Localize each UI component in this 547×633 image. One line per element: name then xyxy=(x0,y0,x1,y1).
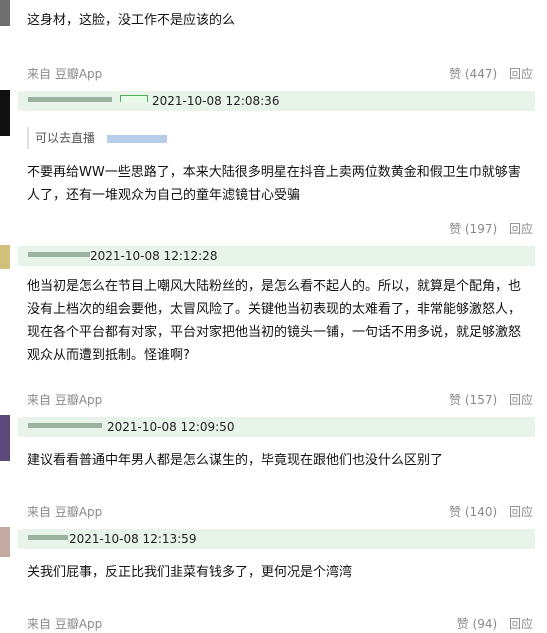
comment-source: 来自 豆瓣App xyxy=(27,617,103,631)
comment-text: 不要再给WW一些思路了，本来大陆很多明星在抖音上卖两位数黄金和假卫生巾就够害人了… xyxy=(27,165,521,203)
comment-item: 2021-10-08 12:13:59 关我们屁事，反正比我们韭菜有钱多了，更何… xyxy=(0,527,547,631)
author-name-redacted xyxy=(28,534,68,540)
quoted-reply: 可以去直播 xyxy=(27,127,533,149)
comment-header: 2021-10-08 12:12:28 xyxy=(18,246,535,266)
avatar[interactable] xyxy=(0,415,10,461)
reply-button[interactable]: 回应 xyxy=(509,505,533,519)
avatar[interactable] xyxy=(0,527,10,557)
quoted-reply-text: 可以去直播 xyxy=(35,131,96,145)
comment-actions: 赞 (447) 回应 xyxy=(449,65,533,83)
comment-actions: 赞 (140) 回应 xyxy=(449,503,533,521)
reply-button[interactable]: 回应 xyxy=(509,222,533,236)
comment-meta: 来自 豆瓣App 赞 (140) 回应 xyxy=(27,503,533,521)
comment-text: 关我们屁事，反正比我们韭菜有钱多了，更何况是个湾湾 xyxy=(27,565,353,580)
reply-button[interactable]: 回应 xyxy=(509,393,533,407)
comment-actions: 赞 (197) 回应 xyxy=(449,220,533,238)
comment-text: 建议看看普通中年男人都是怎么谋生的，毕竟现在跟他们也没什么区别了 xyxy=(27,453,444,468)
comment-source: 来自 豆瓣App xyxy=(27,393,103,407)
comment-header: 2021-10-08 12:08:36 xyxy=(18,91,535,111)
comment-meta: 赞 (197) 回应 xyxy=(27,220,533,238)
comment-item: 2021-10-08 12:09:50 建议看看普通中年男人都是怎么谋生的，毕竟… xyxy=(0,415,547,525)
comment-author[interactable] xyxy=(28,420,102,428)
comment-author[interactable] xyxy=(28,249,90,257)
like-button[interactable]: 赞 (157) xyxy=(449,393,497,407)
comment-time: 2021-10-08 12:08:36 xyxy=(152,94,280,108)
like-button[interactable]: 赞 (140) xyxy=(449,505,497,519)
comment-source: 来自 豆瓣App xyxy=(27,505,103,519)
comment-time: 2021-10-08 12:09:50 xyxy=(107,420,235,434)
reply-button[interactable]: 回应 xyxy=(509,617,533,631)
comment-actions: 赞 (157) 回应 xyxy=(449,391,533,409)
comment-time: 2021-10-08 12:12:28 xyxy=(90,249,218,263)
avatar[interactable] xyxy=(0,0,10,26)
author-name-redacted xyxy=(28,422,102,428)
author-name-redacted xyxy=(28,251,90,257)
comment-item: 2021-10-08 12:12:28 他当初是怎么在节目上嘲风大陆粉丝的，是怎… xyxy=(0,245,547,410)
comment-author[interactable] xyxy=(28,94,148,102)
like-button[interactable]: 赞 (447) xyxy=(449,67,497,81)
comment-meta: 来自 豆瓣App 赞 (447) 回应 xyxy=(27,65,533,83)
comment-header: 2021-10-08 12:09:50 xyxy=(18,417,535,437)
comment-header: 2021-10-08 12:13:59 xyxy=(18,529,535,549)
reply-button[interactable]: 回应 xyxy=(509,67,533,81)
avatar[interactable] xyxy=(0,245,10,269)
comment-meta: 来自 豆瓣App 赞 (94) 回应 xyxy=(27,615,533,633)
comment-item: 这身材，这脸，没工作不是应该的么 来自 豆瓣App 赞 (447) 回应 xyxy=(0,0,547,90)
avatar[interactable] xyxy=(0,90,10,136)
comment-text: 这身材，这脸，没工作不是应该的么 xyxy=(27,13,236,28)
author-badge xyxy=(119,95,148,102)
like-button[interactable]: 赞 (197) xyxy=(449,222,497,236)
author-name-redacted xyxy=(28,96,112,102)
comment-author[interactable] xyxy=(28,532,68,540)
like-button[interactable]: 赞 (94) xyxy=(457,617,497,631)
quoted-author-link[interactable] xyxy=(106,134,167,143)
comment-item: 2021-10-08 12:08:36 可以去直播 不要再给WW一些思路了，本来… xyxy=(0,90,547,242)
comment-meta: 来自 豆瓣App 赞 (157) 回应 xyxy=(27,391,533,409)
comment-text: 他当初是怎么在节目上嘲风大陆粉丝的，是怎么看不起人的。所以，就算是个配角，也没有… xyxy=(27,279,522,363)
comment-source: 来自 豆瓣App xyxy=(27,67,103,81)
comment-time: 2021-10-08 12:13:59 xyxy=(69,532,197,546)
comment-actions: 赞 (94) 回应 xyxy=(457,615,533,633)
